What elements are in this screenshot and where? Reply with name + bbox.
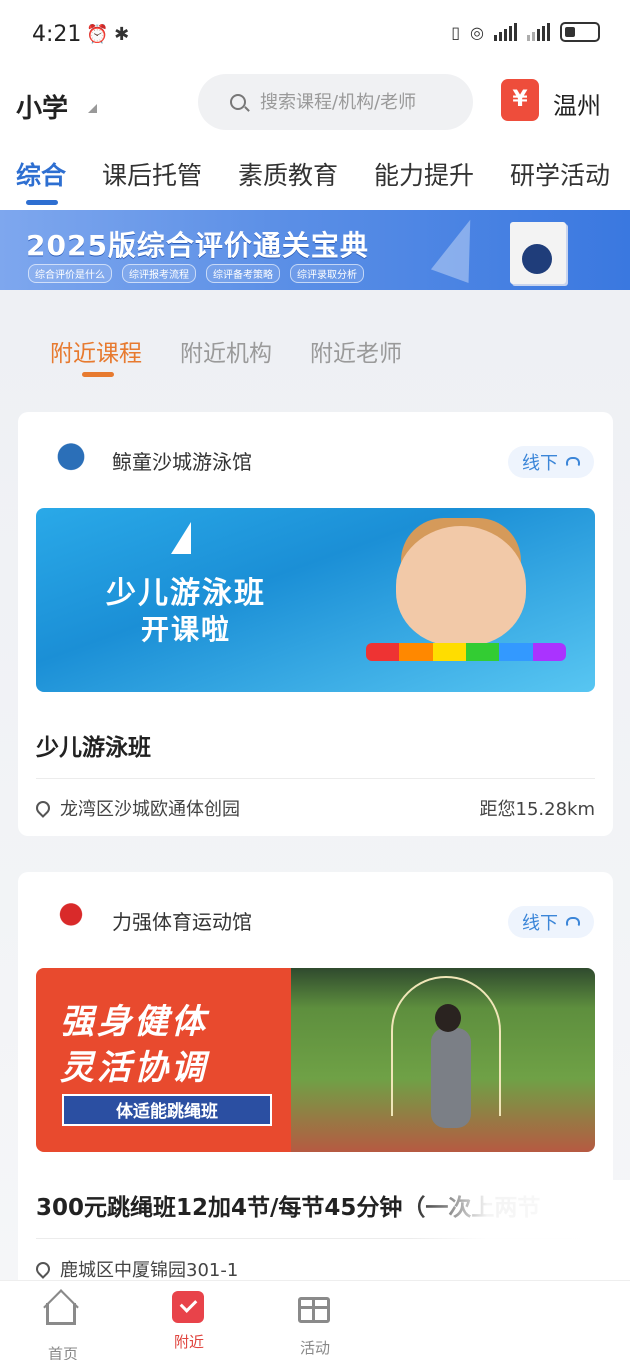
course-distance: 距您15.28km xyxy=(479,799,596,820)
tab-quality-education[interactable]: 素质教育 xyxy=(238,156,338,192)
child-face xyxy=(396,526,526,646)
nav-label: 附近 xyxy=(173,1333,204,1351)
banner-chips: 综合评价是什么 综评报考流程 综评备考策略 综评录取分析 xyxy=(28,264,364,283)
image-subheadline: 开课啦 xyxy=(141,613,232,646)
promo-banner[interactable]: 2025版综合评价通关宝典 综合评价是什么 综评报考流程 综评备考策略 综评录取… xyxy=(0,210,630,290)
gift-icon xyxy=(298,1297,332,1331)
course-address: 鹿城区中厦锦园301-1 xyxy=(33,1256,239,1282)
mode-label: 线下 xyxy=(522,913,558,934)
vibrate-icon: ▯ xyxy=(451,22,461,42)
top-header: 小学 ¥ 温州 xyxy=(0,70,630,140)
address-text: 鹿城区中厦锦园301-1 xyxy=(60,1260,239,1281)
tab-comprehensive[interactable]: 综合 xyxy=(16,156,66,192)
course-image[interactable]: 强身健体 灵活协调 体适能跳绳班 xyxy=(36,968,595,1152)
sailboat-icon xyxy=(171,522,191,554)
arrow-graphic-icon xyxy=(430,212,490,284)
tab-nearby-institutions[interactable]: 附近机构 xyxy=(180,334,272,368)
active-tab-indicator xyxy=(26,200,58,205)
banner-chip: 综合评价是什么 xyxy=(28,264,112,283)
nav-label: 活动 xyxy=(299,1339,330,1357)
swim-board xyxy=(366,643,566,661)
hotspot-icon: ◎ xyxy=(470,22,484,42)
search-icon xyxy=(230,94,246,110)
city-badge-icon[interactable]: ¥ xyxy=(501,79,539,121)
search-input[interactable] xyxy=(260,91,450,113)
status-icons: ▯ ◎ xyxy=(451,22,600,42)
athlete-head xyxy=(435,1004,461,1032)
city-selector[interactable]: 温州 xyxy=(553,86,601,121)
bottom-navigation: 首页 附近 活动 xyxy=(0,1280,630,1360)
banner-chip: 综评报考流程 xyxy=(122,264,196,283)
course-card[interactable]: 鲸童沙城游泳馆 线下 少儿游泳班 开课啦 少儿游泳班 龙湾区沙城欧通体创园 距您… xyxy=(18,412,613,836)
nearby-check-icon xyxy=(172,1291,206,1325)
battery-icon xyxy=(560,22,600,42)
location-pin-icon xyxy=(33,798,53,818)
home-icon xyxy=(43,1289,80,1337)
boxing-glove-logo-icon xyxy=(48,896,94,942)
course-title[interactable]: 少儿游泳班 xyxy=(36,728,151,762)
tab-after-school[interactable]: 课后托管 xyxy=(102,156,202,192)
image-photo-panel xyxy=(291,968,595,1152)
org-name[interactable]: 力强体育运动馆 xyxy=(112,906,252,935)
caret-down-icon[interactable] xyxy=(88,104,97,113)
category-tabs: 综合 课后托管 素质教育 能力提升 研学活动 xyxy=(0,140,630,210)
course-address: 龙湾区沙城欧通体创园 xyxy=(33,795,240,821)
whale-logo-icon xyxy=(48,436,94,482)
image-headline-2: 灵活协调 xyxy=(60,1048,208,1088)
grade-selector[interactable]: 小学 xyxy=(16,88,68,125)
tab-nearby-courses[interactable]: 附近课程 xyxy=(50,334,142,368)
course-image[interactable]: 少儿游泳班 开课啦 xyxy=(36,508,595,692)
signal-icon xyxy=(494,23,517,41)
nav-activities[interactable]: 活动 xyxy=(275,1291,355,1358)
cloud-icon xyxy=(566,457,580,467)
book-cover-image xyxy=(510,222,566,284)
tab-nearby-teachers[interactable]: 附近老师 xyxy=(310,334,402,368)
image-tag: 体适能跳绳班 xyxy=(62,1094,272,1126)
mode-badge: 线下 xyxy=(508,906,594,938)
nav-nearby[interactable]: 附近 xyxy=(149,1291,229,1352)
signal-icon xyxy=(527,23,550,41)
banner-chip: 综评录取分析 xyxy=(290,264,364,283)
image-text-panel: 强身健体 灵活协调 体适能跳绳班 xyxy=(36,968,291,1152)
image-headline: 少儿游泳班 xyxy=(106,576,266,611)
cloud-icon xyxy=(566,917,580,927)
nearby-section: 附近课程 附近机构 附近老师 鲸童沙城游泳馆 线下 少儿游泳班 开课啦 少儿游泳… xyxy=(0,290,630,1292)
address-text: 龙湾区沙城欧通体创园 xyxy=(60,799,240,820)
mode-badge: 线下 xyxy=(508,446,594,478)
image-headline: 强身健体 xyxy=(60,1002,208,1042)
alarm-bluetooth-icons: ⏰ ✱ xyxy=(86,24,130,45)
status-bar: 4:21 ⏰ ✱ ▯ ◎ xyxy=(0,0,630,70)
tab-skill-improvement[interactable]: 能力提升 xyxy=(374,156,474,192)
active-tab-indicator xyxy=(82,372,114,377)
tab-study-activities[interactable]: 研学活动 xyxy=(510,156,610,192)
search-bar[interactable] xyxy=(198,74,473,130)
athlete-body xyxy=(431,1028,471,1128)
banner-chip: 综评备考策略 xyxy=(206,264,280,283)
mode-label: 线下 xyxy=(522,453,558,474)
banner-title: 2025版综合评价通关宝典 xyxy=(26,229,369,262)
org-name[interactable]: 鲸童沙城游泳馆 xyxy=(112,446,252,475)
divider xyxy=(36,778,595,779)
location-pin-icon xyxy=(33,1259,53,1279)
nav-home[interactable]: 首页 xyxy=(23,1289,103,1360)
fade-overlay xyxy=(410,1180,630,1280)
status-time: 4:21 xyxy=(32,22,82,47)
nav-label: 首页 xyxy=(47,1345,78,1360)
